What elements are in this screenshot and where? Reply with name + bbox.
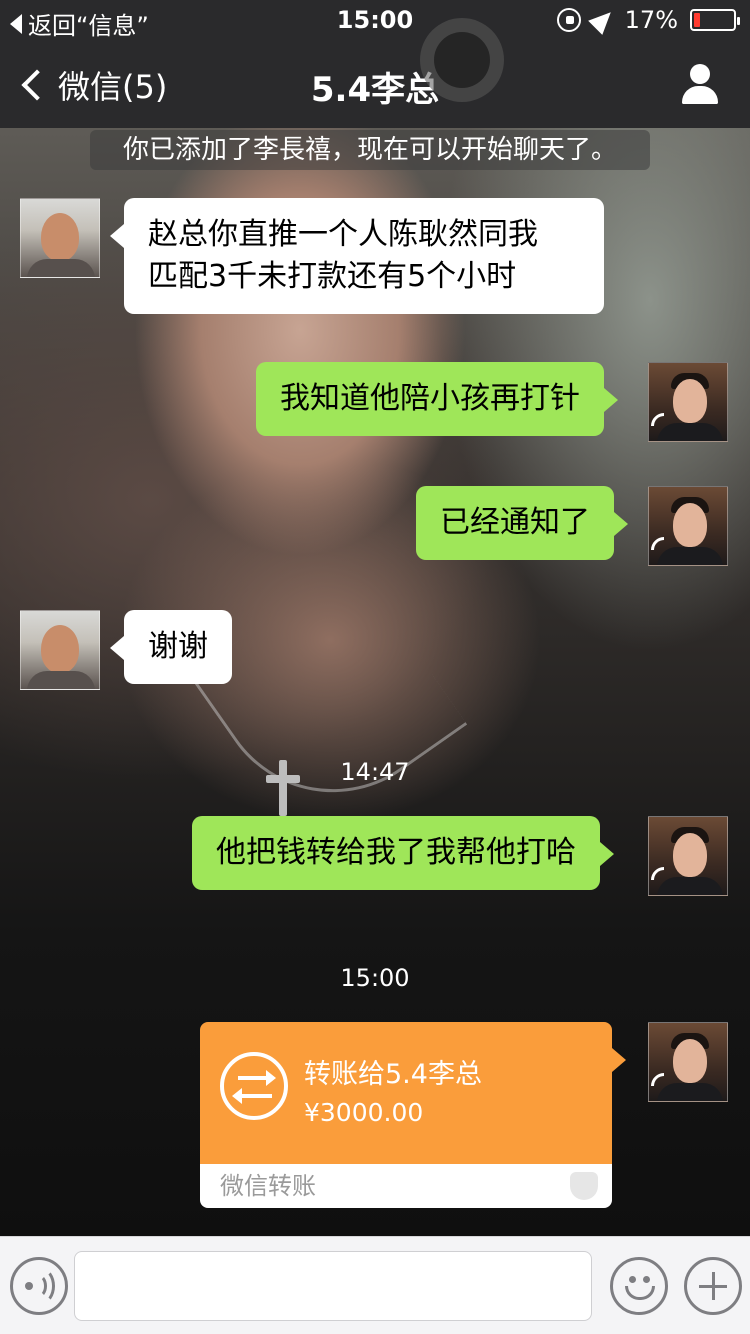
message-text: 他把钱转给我了我帮他打哈 xyxy=(216,835,576,870)
voice-button[interactable] xyxy=(10,1257,68,1315)
timestamp: 15:00 xyxy=(340,964,410,992)
avatar-self[interactable] xyxy=(648,1022,728,1102)
battery-fill xyxy=(694,13,700,27)
assistive-touch-button[interactable] xyxy=(420,18,504,102)
message-text: 已经通知了 xyxy=(440,505,590,540)
avatar-contact[interactable] xyxy=(20,610,100,690)
message-text: 匹配3千未打款还有5个小时 xyxy=(148,259,517,294)
timestamp: 14:47 xyxy=(340,758,410,786)
transfer-recipient: 转账给5.4李总 xyxy=(304,1059,482,1090)
avatar-self[interactable] xyxy=(648,816,728,896)
battery-percent: 17% xyxy=(624,6,678,34)
battery-icon xyxy=(690,9,740,31)
message-bubble-sent[interactable]: 已经通知了 xyxy=(416,486,628,560)
transfer-card[interactable]: 转账给5.4李总 ¥3000.00 微信转账 xyxy=(200,1022,612,1208)
more-button[interactable] xyxy=(684,1257,742,1315)
transfer-swap-icon xyxy=(220,1052,288,1120)
message-text: 赵总你直推一个人陈耿然同我 xyxy=(148,217,538,252)
transfer-card-tail xyxy=(612,1048,626,1072)
transfer-footer: 微信转账 xyxy=(200,1164,612,1208)
message-bubble-received[interactable]: 赵总你直推一个人陈耿然同我 匹配3千未打款还有5个小时 xyxy=(110,198,604,314)
message-input[interactable] xyxy=(74,1251,592,1321)
avatar-contact[interactable] xyxy=(20,198,100,278)
nav-bar: 微信(5) 5.4李总 xyxy=(0,40,750,128)
status-right-group: 17% xyxy=(556,5,740,35)
status-bar: 返回“信息” 15:00 17% xyxy=(0,0,750,40)
transfer-amount: ¥3000.00 xyxy=(304,1098,424,1127)
avatar-self[interactable] xyxy=(648,486,728,566)
system-note: 你已添加了李長禧，现在可以开始聊天了。 xyxy=(90,130,650,170)
page-title: 5.4李总 xyxy=(310,70,440,110)
emoji-icon xyxy=(629,1276,636,1283)
rotation-lock-icon xyxy=(556,8,581,32)
avatar-self[interactable] xyxy=(648,362,728,442)
message-bubble-received[interactable]: 谢谢 xyxy=(110,610,232,684)
message-bubble-sent[interactable]: 他把钱转给我了我帮他打哈 xyxy=(192,816,614,890)
person-icon[interactable] xyxy=(680,64,720,104)
message-bubble-sent[interactable]: 我知道他陪小孩再打针 xyxy=(256,362,618,436)
emoji-button[interactable] xyxy=(610,1257,668,1315)
wechat-pay-icon xyxy=(570,1172,598,1200)
transfer-footer-label: 微信转账 xyxy=(220,1172,316,1200)
input-bar xyxy=(0,1236,750,1334)
message-text: 我知道他陪小孩再打针 xyxy=(280,381,580,416)
location-arrow-icon xyxy=(587,5,618,35)
transfer-card-body: 转账给5.4李总 ¥3000.00 xyxy=(200,1022,612,1164)
top-bar: 返回“信息” 15:00 17% 微信(5) 5.4李总 xyxy=(0,0,750,128)
message-text: 谢谢 xyxy=(148,629,208,664)
